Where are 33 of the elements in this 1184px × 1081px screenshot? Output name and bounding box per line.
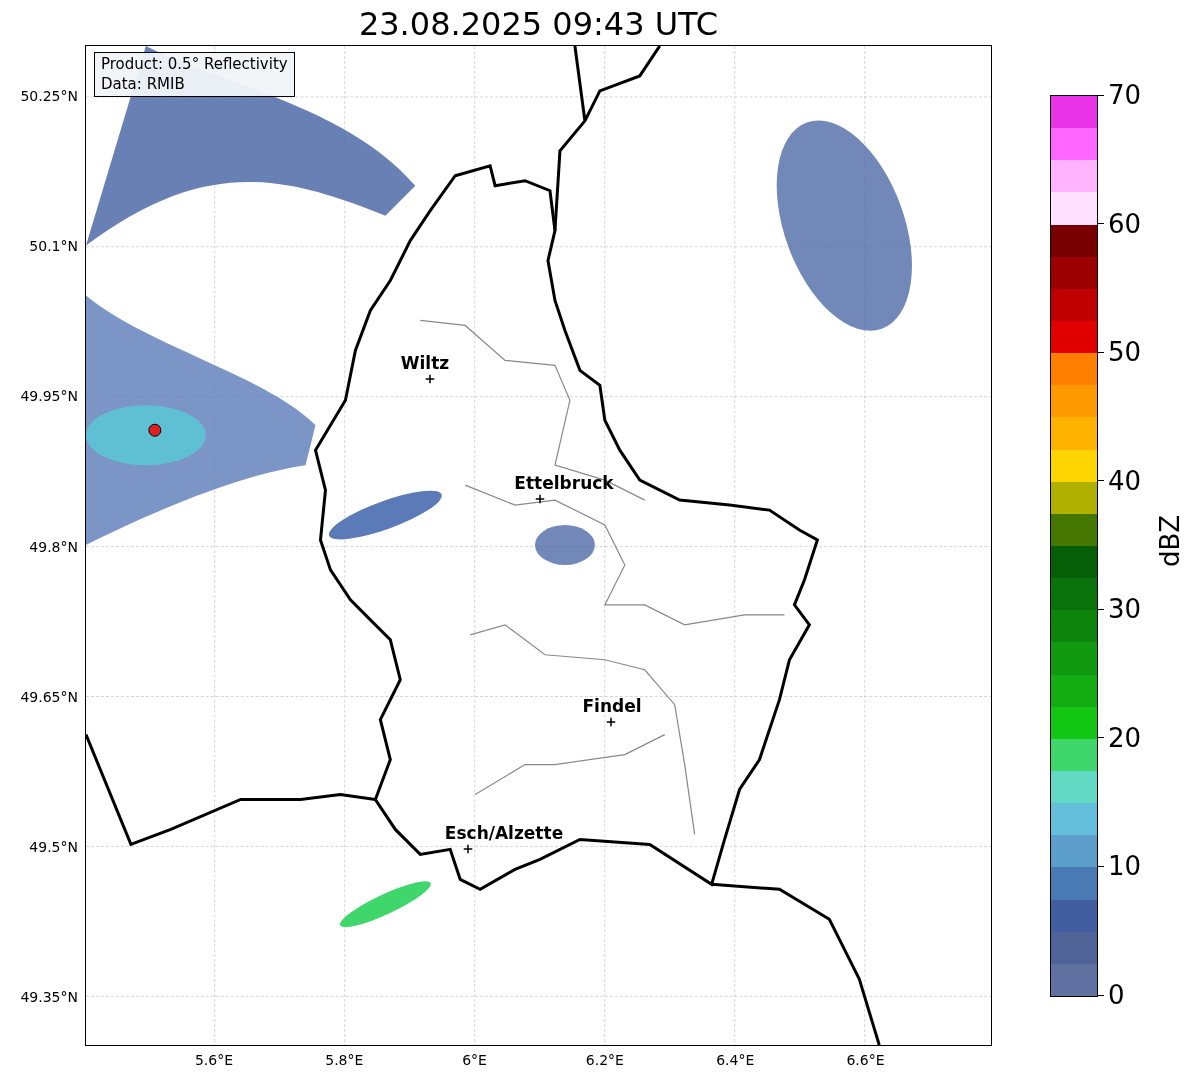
axis-tick-label: 6°E: [462, 1052, 487, 1068]
axis-tick-label: 49.8°N: [29, 538, 78, 555]
legend-text: Product: 0.5° Reflectivity: [101, 55, 288, 75]
legend-text: Data: RMIB: [101, 74, 186, 94]
plus-marker-icon: [535, 494, 545, 504]
axis-tick-label: 49.95°N: [20, 388, 78, 405]
axis-tick-label: 5.8°E: [325, 1052, 364, 1068]
axis-tick-label: 49.65°N: [20, 688, 78, 705]
axis-tick-label: 6.2°E: [585, 1052, 624, 1068]
colorbar-tick-label: 10: [1108, 851, 1142, 882]
axis-tick-label: 6.4°E: [716, 1052, 755, 1068]
colorbar-tick-label: 40: [1108, 465, 1142, 496]
plus-marker-icon: [606, 717, 616, 727]
city-label: Findel: [582, 696, 642, 716]
colorbar-tick-label: 70: [1108, 80, 1142, 110]
colorbar-tick-label: 20: [1108, 722, 1142, 753]
city-label: Esch/Alzette: [444, 823, 564, 843]
colorbar-tick-label: 50: [1108, 337, 1142, 368]
colorbar-tick-label: 60: [1108, 208, 1142, 239]
colorbar-label: dBZ: [1155, 514, 1184, 567]
axis-tick-label: 5.6°E: [194, 1052, 234, 1068]
city-label: Ettelbruck: [514, 473, 614, 493]
plus-marker-icon: [463, 844, 473, 854]
axis-tick-label: 50.25°N: [20, 88, 78, 104]
city-label: Wiltz: [400, 353, 450, 373]
axis-tick-label: 49.5°N: [29, 839, 78, 855]
colorbar-tick-label: 0: [1108, 980, 1125, 1010]
colorbar-tick-label: 30: [1108, 594, 1142, 625]
axis-tick-label: 49.35°N: [20, 989, 78, 1006]
axis-tick-label: 50.1°N: [29, 238, 78, 255]
axis-tick-label: 6.6°E: [846, 1052, 885, 1068]
plus-marker-icon: [425, 374, 435, 384]
chart-title: 23.08.2025 09:43 UTC: [358, 5, 719, 45]
